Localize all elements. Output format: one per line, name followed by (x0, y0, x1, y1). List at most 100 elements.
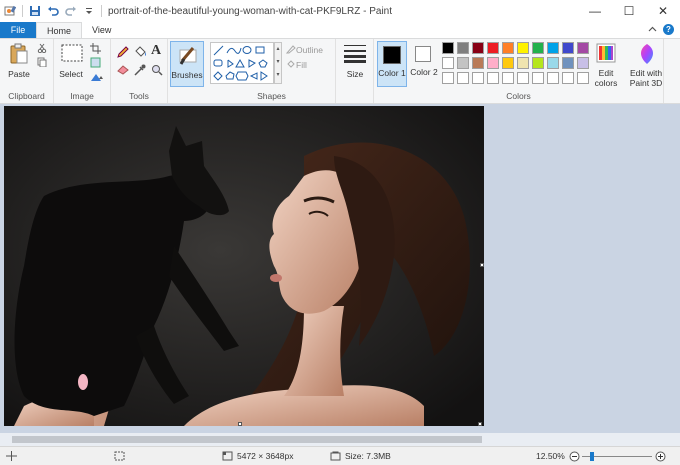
color-picker-icon[interactable] (134, 64, 146, 78)
zoom-slider-thumb[interactable] (590, 452, 594, 461)
color-swatch[interactable] (442, 72, 454, 84)
tab-file[interactable]: File (0, 22, 36, 38)
horizontal-scrollbar[interactable] (0, 433, 680, 446)
paint3d-icon[interactable] (637, 43, 657, 67)
shapes-group-label: Shapes (257, 91, 286, 101)
color-swatch[interactable] (577, 57, 589, 69)
size-button[interactable]: Size (336, 69, 374, 79)
copy-icon[interactable] (37, 57, 47, 69)
outline-icon[interactable] (285, 45, 296, 56)
resize-handle-corner[interactable] (478, 422, 482, 426)
size-lines-icon[interactable] (344, 43, 366, 65)
fill-button[interactable]: Fill (296, 60, 307, 70)
magnifier-icon[interactable] (151, 64, 163, 78)
color-swatch[interactable] (487, 42, 499, 54)
select-icon[interactable] (61, 44, 83, 64)
tab-home[interactable]: Home (36, 22, 83, 38)
window-title: portrait-of-the-beautiful-young-woman-wi… (108, 5, 392, 17)
tools-group: A Tools (111, 39, 168, 103)
redo-icon[interactable] (65, 5, 77, 17)
clipboard-group: Paste Clipboard (0, 39, 54, 103)
selection-size-icon (114, 451, 125, 461)
edit-colors-icon[interactable] (596, 43, 616, 65)
color-swatch[interactable] (517, 42, 529, 54)
color-swatch[interactable] (562, 57, 574, 69)
color-swatch[interactable] (517, 57, 529, 69)
color-swatch[interactable] (487, 72, 499, 84)
color-swatch[interactable] (562, 42, 574, 54)
undo-icon[interactable] (47, 5, 59, 17)
image-dimensions: 5472 × 3648px (237, 451, 294, 461)
outline-button[interactable]: Outline (296, 45, 323, 55)
brushes-label: Brushes (171, 70, 203, 80)
color-swatch[interactable] (472, 42, 484, 54)
color-swatch[interactable] (457, 57, 469, 69)
collapse-ribbon-icon[interactable] (648, 25, 657, 35)
color-swatch[interactable] (442, 57, 454, 69)
cursor-position-icon (6, 451, 17, 461)
rotate-icon[interactable] (90, 71, 104, 84)
eraser-icon[interactable] (117, 65, 129, 77)
color-swatch[interactable] (547, 42, 559, 54)
fill-icon[interactable] (286, 60, 296, 71)
shapes-gallery[interactable] (210, 42, 274, 84)
color2-button[interactable]: Color 2 (410, 41, 438, 87)
color-swatch[interactable] (502, 72, 514, 84)
color-swatch[interactable] (442, 42, 454, 54)
select-button[interactable]: Select (54, 69, 88, 79)
paste-icon[interactable] (9, 43, 29, 67)
resize-icon[interactable] (90, 57, 101, 70)
zoom-in-icon[interactable] (655, 451, 666, 464)
text-icon[interactable]: A (151, 43, 161, 59)
color-swatch[interactable] (502, 42, 514, 54)
minimize-button[interactable]: — (578, 0, 612, 22)
resize-handle-right[interactable] (480, 263, 484, 267)
file-size-icon (330, 451, 341, 461)
color-swatch[interactable] (547, 57, 559, 69)
color-swatch[interactable] (457, 42, 469, 54)
paste-button[interactable]: Paste (2, 69, 36, 79)
resize-handle-bottom[interactable] (238, 422, 242, 426)
zoom-level: 12.50% (536, 451, 565, 461)
close-button[interactable]: ✕ (646, 0, 680, 22)
color-swatch[interactable] (532, 57, 544, 69)
shapes-scroll[interactable]: ▴ ▾ ▾ (274, 42, 282, 84)
image-dimensions-icon (222, 451, 233, 461)
paint3d-group: Edit with Paint 3D (624, 39, 680, 103)
color-swatch[interactable] (532, 72, 544, 84)
fill-bucket-icon[interactable] (134, 45, 147, 60)
color-swatch[interactable] (517, 72, 529, 84)
color-swatch[interactable] (457, 72, 469, 84)
zoom-slider[interactable] (582, 452, 652, 461)
pencil-icon[interactable] (117, 46, 129, 60)
edit-with-paint3d-button[interactable]: Edit with Paint 3D (624, 68, 668, 88)
tab-view[interactable]: View (82, 22, 121, 38)
scrollbar-thumb[interactable] (12, 436, 482, 443)
color-swatch[interactable] (502, 57, 514, 69)
color-swatch[interactable] (532, 42, 544, 54)
quick-access-toolbar (0, 5, 102, 17)
color-swatch[interactable] (472, 57, 484, 69)
canvas-workspace (0, 104, 680, 446)
canvas-image[interactable] (4, 106, 484, 426)
color-swatch[interactable] (577, 72, 589, 84)
crop-icon[interactable] (90, 43, 101, 56)
color1-swatch (383, 46, 401, 64)
color1-button[interactable]: Color 1 (377, 41, 407, 87)
color2-swatch (415, 46, 431, 62)
save-icon[interactable] (29, 5, 41, 17)
color-swatch[interactable] (562, 72, 574, 84)
color-swatch[interactable] (547, 72, 559, 84)
shapes-group: ▴ ▾ ▾ Outline Fill Shapes (208, 39, 336, 103)
color-swatch[interactable] (577, 42, 589, 54)
edit-colors-button[interactable]: Edit colors (590, 68, 622, 88)
color-swatch[interactable] (472, 72, 484, 84)
cut-icon[interactable] (37, 43, 47, 55)
zoom-out-icon[interactable] (569, 451, 580, 464)
help-icon[interactable]: ? (663, 24, 674, 35)
brushes-button[interactable]: Brushes (170, 41, 204, 87)
color-swatch[interactable] (487, 57, 499, 69)
customize-quick-access-icon[interactable] (83, 5, 95, 17)
window-controls: — ☐ ✕ (578, 0, 680, 22)
maximize-button[interactable]: ☐ (612, 0, 646, 22)
